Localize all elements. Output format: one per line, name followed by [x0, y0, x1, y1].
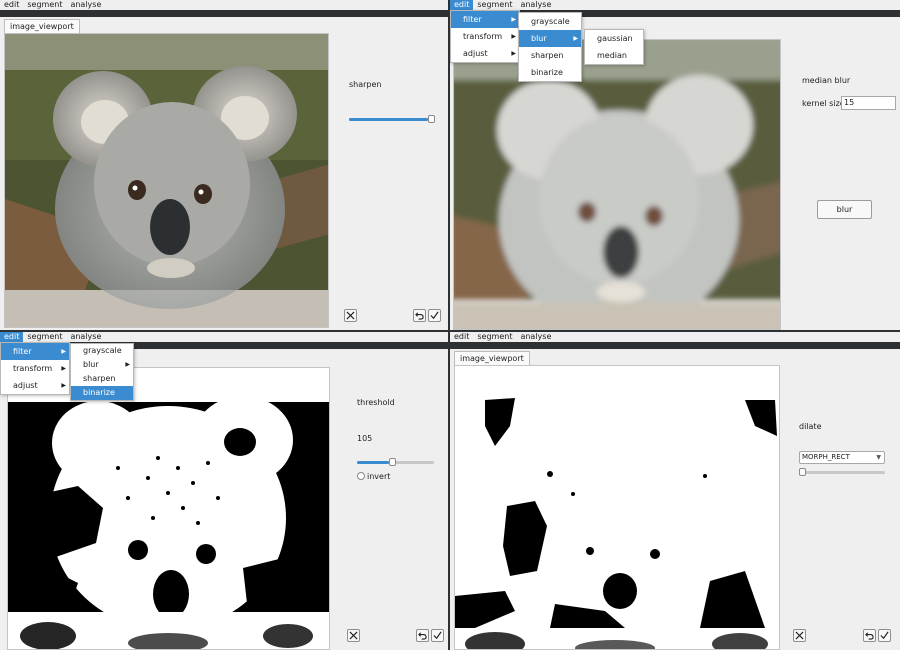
slider-fill: [357, 461, 389, 464]
image-viewport[interactable]: [453, 39, 781, 330]
menu-edit[interactable]: edit: [0, 0, 23, 10]
koala-dilated-image: [455, 366, 779, 649]
chevron-down-icon: ▼: [876, 454, 881, 461]
close-button[interactable]: [347, 629, 360, 642]
menu-adjust[interactable]: adjust ▶: [451, 45, 519, 62]
menu-bar: edit segment analyse: [0, 332, 448, 342]
invert-radio[interactable]: [357, 472, 365, 480]
edit-dropdown: filter ▶ transform ▶ adjust ▶: [0, 342, 70, 395]
threshold-value: 105: [357, 434, 373, 443]
undo-icon: [865, 632, 874, 640]
dilate-window: edit segment analyse image_viewport dila…: [450, 332, 900, 650]
menu-segment[interactable]: segment: [23, 0, 66, 10]
undo-button[interactable]: [863, 629, 876, 642]
menu-gaussian[interactable]: gaussian: [585, 30, 643, 47]
edit-dropdown: filter ▶ transform ▶ adjust ▶: [450, 10, 520, 63]
blur-window: edit segment analyse filter ▶ transform …: [450, 0, 900, 330]
check-icon: [433, 631, 442, 640]
apply-button[interactable]: [431, 629, 444, 642]
menu-sharpen[interactable]: sharpen: [71, 372, 133, 386]
menu-edit[interactable]: edit: [450, 0, 474, 10]
koala-blurred-image: [454, 40, 780, 329]
slider-handle[interactable]: [799, 468, 806, 476]
kernel-size-input[interactable]: 15: [841, 96, 896, 110]
filter-submenu: grayscale blur ▶ sharpen binarize: [518, 12, 582, 82]
undo-icon: [418, 632, 427, 640]
menu-separator: [0, 10, 448, 17]
slider-fill: [349, 118, 429, 121]
close-icon: [349, 631, 358, 640]
menu-blur[interactable]: blur ▶: [519, 30, 581, 47]
dilate-slider[interactable]: [799, 468, 885, 476]
chevron-right-icon: ▶: [61, 382, 66, 389]
chevron-right-icon: ▶: [511, 16, 516, 23]
menu-segment[interactable]: segment: [473, 332, 516, 342]
chevron-right-icon: ▶: [573, 35, 578, 42]
image-viewport[interactable]: [454, 365, 780, 650]
menu-segment[interactable]: segment: [473, 0, 516, 10]
menu-bar: edit segment analyse: [450, 332, 900, 342]
threshold-slider[interactable]: [357, 458, 434, 466]
filter-submenu: grayscale blur ▶ sharpen binarize: [70, 343, 134, 401]
menu-segment[interactable]: segment: [23, 332, 66, 342]
menu-analyse[interactable]: analyse: [516, 332, 555, 342]
menu-analyse[interactable]: analyse: [516, 0, 555, 10]
menu-transform[interactable]: transform ▶: [1, 360, 69, 377]
slider-handle[interactable]: [428, 115, 436, 123]
menu-filter[interactable]: filter ▶: [451, 11, 519, 28]
invert-label: invert: [367, 472, 391, 481]
menu-transform[interactable]: transform ▶: [451, 28, 519, 45]
menu-edit[interactable]: edit: [450, 332, 473, 342]
chevron-right-icon: ▶: [511, 50, 516, 57]
tab-image-viewport[interactable]: image_viewport: [454, 351, 530, 365]
check-icon: [880, 631, 889, 640]
menu-grayscale[interactable]: grayscale: [519, 13, 581, 30]
image-viewport[interactable]: [4, 33, 329, 328]
tab-image-viewport[interactable]: image_viewport: [4, 19, 80, 33]
slider-handle[interactable]: [388, 458, 396, 466]
menu-separator: [450, 342, 900, 349]
sharpen-window: edit segment analyse image_viewport shar…: [0, 0, 448, 330]
koala-binarized-image: [8, 368, 329, 649]
close-icon: [346, 311, 355, 320]
menu-blur[interactable]: blur ▶: [71, 358, 133, 372]
menu-edit[interactable]: edit: [0, 332, 24, 342]
close-button[interactable]: [344, 309, 357, 322]
chevron-right-icon: ▶: [61, 365, 66, 372]
apply-button[interactable]: [428, 309, 441, 322]
panel-title: sharpen: [349, 80, 382, 89]
image-viewport[interactable]: [7, 367, 330, 650]
menu-adjust[interactable]: adjust ▶: [1, 377, 69, 394]
undo-button[interactable]: [416, 629, 429, 642]
menu-bar: edit segment analyse: [0, 0, 448, 10]
check-icon: [430, 311, 439, 320]
apply-button[interactable]: [878, 629, 891, 642]
threshold-window: edit segment analyse filter ▶ transform …: [0, 332, 448, 650]
chevron-right-icon: ▶: [511, 33, 516, 40]
koala-sharp-image: [5, 34, 328, 327]
menu-grayscale[interactable]: grayscale: [71, 344, 133, 358]
menu-bar: edit segment analyse: [450, 0, 900, 10]
chevron-right-icon: ▶: [61, 348, 66, 355]
menu-median[interactable]: median: [585, 47, 643, 64]
chevron-right-icon: ▶: [125, 361, 130, 368]
panel-title: threshold: [357, 398, 395, 407]
kernel-size-label: kernel size: [802, 99, 845, 108]
undo-icon: [415, 312, 424, 320]
undo-button[interactable]: [413, 309, 426, 322]
menu-analyse[interactable]: analyse: [66, 0, 105, 10]
menu-analyse[interactable]: analyse: [66, 332, 105, 342]
blur-submenu: gaussian median: [584, 29, 644, 65]
menu-binarize[interactable]: binarize: [519, 64, 581, 81]
sharpen-slider[interactable]: [349, 115, 436, 123]
blur-button[interactable]: blur: [817, 200, 872, 219]
menu-filter[interactable]: filter ▶: [1, 343, 69, 360]
panel-title: median blur: [802, 76, 851, 85]
kernel-shape-select[interactable]: MORPH_RECT ▼: [799, 451, 885, 464]
menu-binarize[interactable]: binarize: [71, 386, 133, 400]
close-icon: [795, 631, 804, 640]
panel-title: dilate: [799, 422, 822, 431]
menu-sharpen[interactable]: sharpen: [519, 47, 581, 64]
close-button[interactable]: [793, 629, 806, 642]
